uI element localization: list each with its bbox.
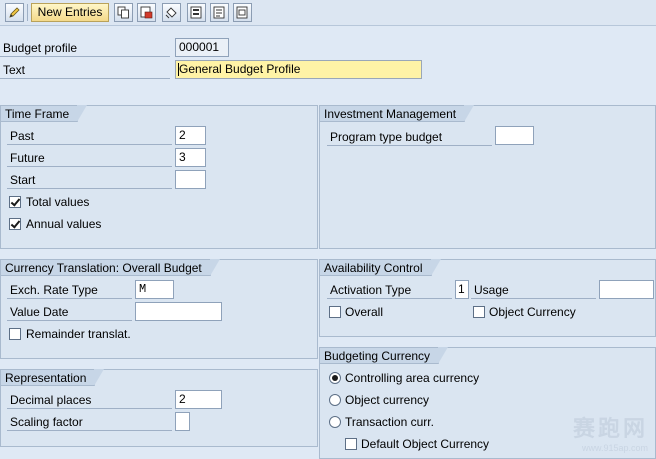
activation-type-field[interactable]: 1: [455, 280, 469, 299]
object-currency-radio-label: Object currency: [345, 393, 430, 407]
undo-icon[interactable]: [162, 3, 181, 22]
object-currency-label: Object Currency: [489, 305, 576, 319]
availability-control-title: Availability Control: [319, 259, 440, 276]
value-date-label: Value Date: [7, 303, 132, 321]
future-field[interactable]: 3: [175, 148, 206, 167]
budgeting-currency-title: Budgeting Currency: [319, 347, 449, 364]
overall-checkbox[interactable]: [329, 306, 341, 318]
select-all-icon[interactable]: [187, 3, 206, 22]
investment-management-title: Investment Management: [319, 105, 475, 122]
scaling-factor-label: Scaling factor: [7, 413, 172, 431]
budget-profile-label: Budget profile: [0, 39, 170, 57]
transaction-currency-radio[interactable]: [329, 416, 341, 428]
annual-values-label: Annual values: [26, 217, 102, 231]
pencil-glasses-icon[interactable]: [5, 3, 24, 22]
object-currency-radio[interactable]: [329, 394, 341, 406]
controlling-area-currency-radio[interactable]: [329, 372, 341, 384]
delete-icon[interactable]: [137, 3, 156, 22]
start-field[interactable]: [175, 170, 206, 189]
watermark-url-text: www.915ap.com: [581, 443, 648, 453]
exch-rate-type-field[interactable]: M: [135, 280, 174, 299]
text-field[interactable]: General Budget Profile: [175, 60, 422, 79]
representation-title: Representation: [0, 369, 105, 386]
total-values-checkbox[interactable]: [9, 196, 21, 208]
controlling-area-currency-label: Controlling area currency: [345, 371, 480, 385]
remainder-translat-checkbox[interactable]: [9, 328, 21, 340]
past-field[interactable]: 2: [175, 126, 206, 145]
transaction-currency-label: Transaction curr.: [345, 415, 434, 429]
investment-management-group: Investment Management: [319, 105, 656, 249]
object-currency-checkbox[interactable]: [473, 306, 485, 318]
program-type-budget-field[interactable]: [495, 126, 534, 145]
future-label: Future: [7, 149, 172, 167]
time-frame-title: Time Frame: [0, 105, 88, 122]
deselect-icon[interactable]: [233, 3, 252, 22]
scaling-factor-field[interactable]: [175, 412, 190, 431]
application-toolbar: New Entries: [0, 0, 656, 26]
default-object-currency-label: Default Object Currency: [361, 437, 490, 451]
decimal-places-label: Decimal places: [7, 391, 172, 409]
overall-label: Overall: [345, 305, 384, 319]
text-field-value: General Budget Profile: [179, 62, 301, 76]
exch-rate-type-label: Exch. Rate Type: [7, 281, 132, 299]
annual-values-checkbox[interactable]: [9, 218, 21, 230]
watermark-main-text: 赛跑网: [572, 416, 648, 441]
usage-label: Usage: [471, 281, 596, 299]
budget-profile-field: 000001: [175, 38, 229, 57]
select-block-icon[interactable]: [210, 3, 229, 22]
total-values-label: Total values: [26, 195, 90, 209]
value-date-field[interactable]: [135, 302, 222, 321]
text-label: Text: [0, 61, 170, 79]
default-object-currency-checkbox[interactable]: [345, 438, 357, 450]
usage-field[interactable]: [599, 280, 654, 299]
program-type-budget-label: Program type budget: [327, 128, 492, 146]
past-label: Past: [7, 127, 172, 145]
new-entries-button[interactable]: New Entries: [31, 3, 109, 22]
decimal-places-field[interactable]: 2: [175, 390, 222, 409]
copy-icon[interactable]: [114, 3, 133, 22]
remainder-translat-label: Remainder translat.: [26, 327, 131, 341]
activation-type-label: Activation Type: [327, 281, 452, 299]
watermark-logo: 赛跑网 www.915ap.com: [573, 411, 648, 453]
start-label: Start: [7, 171, 172, 189]
currency-translation-title: Currency Translation: Overall Budget: [0, 259, 220, 276]
